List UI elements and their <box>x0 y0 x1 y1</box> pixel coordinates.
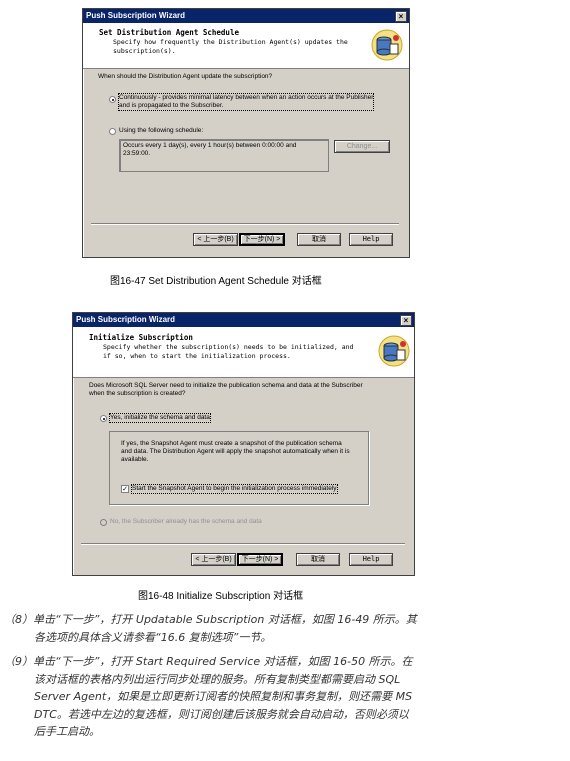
initialize-question: Does Microsoft SQL Server need to initia… <box>89 382 363 398</box>
start-snapshot-label[interactable]: Start the Snapshot Agent to begin the in… <box>131 484 338 494</box>
continuous-option-label[interactable]: Continuously - provides minimal latency … <box>117 93 375 111</box>
back-button[interactable]: < 上一步(B) <box>193 233 238 246</box>
database-wizard-icon <box>371 29 403 61</box>
info-line: and data. The Distribution Agent will ap… <box>121 448 350 455</box>
header-subtitle-line: Specify whether the subscription(s) need… <box>103 343 354 351</box>
step-text-line: 单击“下一步”，打开 Updatable Subscription 对话框，如图… <box>33 613 417 626</box>
cancel-button[interactable]: 取消 <box>296 553 340 566</box>
step-text-line: 各选项的具体含义请参看“16.6 复制选项”一节。 <box>34 630 272 644</box>
info-line: If yes, the Snapshot Agent must create a… <box>121 440 342 447</box>
header-subtitle-line: subscription(s). <box>113 47 176 55</box>
no-initialize-radio[interactable] <box>100 519 107 526</box>
step-text-line: 该对话框的表格内列出运行同步处理的服务。所有复制类型都需要启动 SQL <box>34 672 401 686</box>
close-button[interactable]: × <box>395 11 407 22</box>
header-subtitle-line: if so, when to start the initialization … <box>103 352 291 360</box>
dialog-title: Push Subscription Wizard <box>86 11 186 20</box>
step-number: （9） <box>4 655 33 668</box>
continuous-label-line: and is propagated to the Subscriber. <box>119 102 224 109</box>
step-text-line: 后手工启动。 <box>34 725 100 738</box>
change-button[interactable]: Change... <box>334 140 390 153</box>
yes-initialize-label[interactable]: Yes, initialize the schema and data <box>109 413 211 423</box>
button-separator <box>91 223 399 225</box>
continuous-label-line: Continuously - provides minimal latency … <box>119 94 374 101</box>
header-title: Set Distribution Agent Schedule <box>99 28 239 37</box>
next-button[interactable]: 下一步(N) > <box>239 233 285 246</box>
step-8: （8）单击“下一步”，打开 Updatable Subscription 对话框… <box>4 611 566 646</box>
schedule-text-line: Occurs every 1 day(s), every 1 hour(s) b… <box>123 142 297 149</box>
no-initialize-label[interactable]: No, the Subscriber already has the schem… <box>110 518 262 526</box>
schedule-question: When should the Distribution Agent updat… <box>98 73 273 80</box>
dialog-title-bar[interactable]: Push Subscription Wizard × <box>83 9 409 23</box>
wizard-header: Set Distribution Agent Schedule Specify … <box>83 23 409 69</box>
header-subtitle: Specify whether the subscription(s) need… <box>103 343 403 361</box>
schedule-option-label[interactable]: Using the following schedule: <box>119 127 203 135</box>
header-subtitle: Specify how frequently the Distribution … <box>113 38 413 56</box>
dialog-title: Push Subscription Wizard <box>76 315 176 324</box>
schedule-description-field: Occurs every 1 day(s), every 1 hour(s) b… <box>119 139 329 172</box>
snapshot-info-text: If yes, the Snapshot Agent must create a… <box>121 440 350 464</box>
set-schedule-dialog: Push Subscription Wizard × Set Distribut… <box>82 8 410 258</box>
step-text-line: Server Agent，如果是立即更新订阅者的快照复制和事务复制，则还需要 M… <box>34 690 413 703</box>
next-button[interactable]: 下一步(N) > <box>237 553 283 566</box>
continuous-radio[interactable] <box>109 96 116 103</box>
button-separator <box>81 543 405 545</box>
schedule-text-line: 23:59:00. <box>123 150 151 157</box>
info-line: available. <box>121 456 149 463</box>
cancel-button[interactable]: 取消 <box>297 233 341 246</box>
start-snapshot-checkbox[interactable]: ✓ <box>121 485 129 493</box>
dialog-title-bar[interactable]: Push Subscription Wizard × <box>73 313 414 327</box>
step-9: （9）单击“下一步”，打开 Start Required Service 对话框… <box>4 653 566 741</box>
back-button[interactable]: < 上一步(B) <box>191 553 236 566</box>
help-button[interactable]: Help <box>349 553 393 566</box>
wizard-header: Initialize Subscription Specify whether … <box>73 327 414 378</box>
question-line: when the subscription is created? <box>89 390 186 397</box>
close-button[interactable]: × <box>400 315 412 326</box>
step-text-line: 单击“下一步”，打开 Start Required Service 对话框，如图… <box>33 655 413 668</box>
figure-caption-16-47: 图16-47 Set Distribution Agent Schedule 对… <box>110 276 322 287</box>
yes-initialize-radio[interactable] <box>100 415 107 422</box>
database-wizard-icon <box>378 335 410 367</box>
header-title: Initialize Subscription <box>89 333 193 342</box>
initialize-subscription-dialog: Push Subscription Wizard × Initialize Su… <box>72 312 415 576</box>
step-number: （8） <box>4 613 33 626</box>
help-button[interactable]: Help <box>349 233 393 246</box>
question-line: Does Microsoft SQL Server need to initia… <box>89 382 363 389</box>
schedule-radio[interactable] <box>109 128 116 135</box>
step-text-line: DTC。若选中左边的复选框，则订阅创建后该服务就会自动启动，否则必须以 <box>34 707 409 721</box>
figure-caption-16-48: 图16-48 Initialize Subscription 对话框 <box>138 591 304 602</box>
header-subtitle-line: Specify how frequently the Distribution … <box>113 38 348 46</box>
